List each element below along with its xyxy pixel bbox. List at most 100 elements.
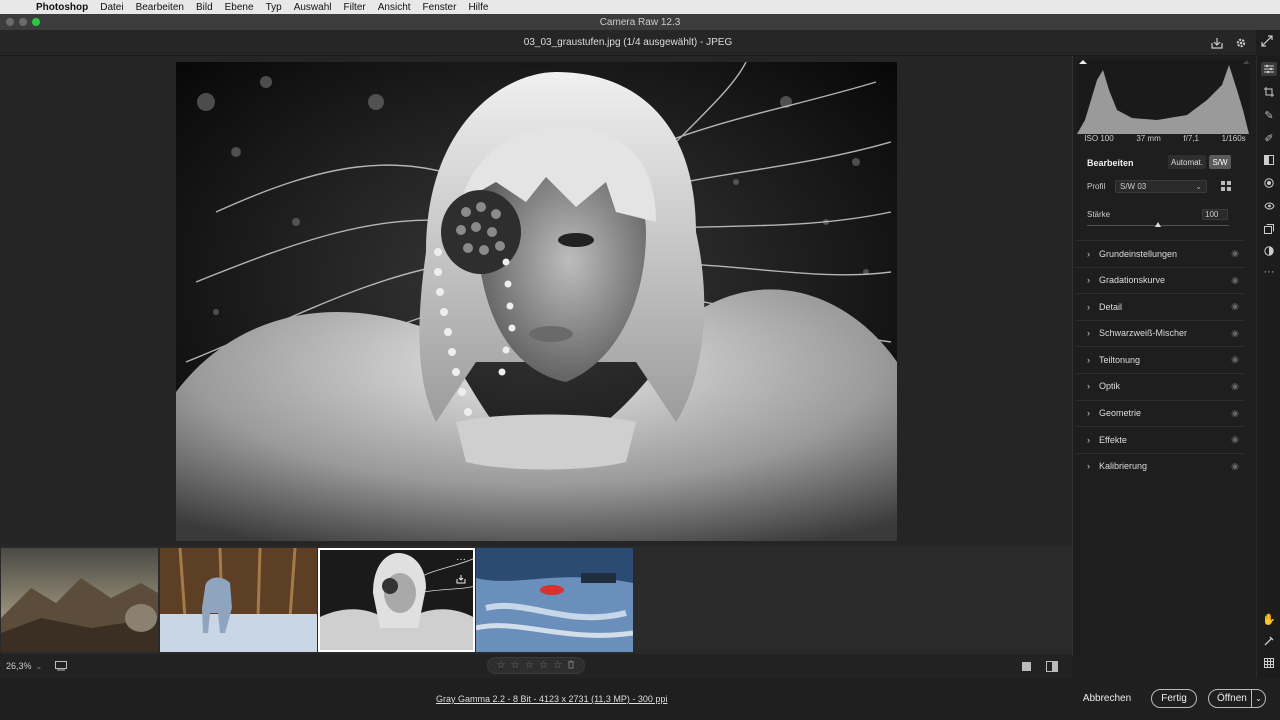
more-tools-icon[interactable]: ··· xyxy=(1261,265,1277,279)
trash-icon[interactable] xyxy=(567,660,575,672)
section-effekte[interactable]: › Effekte ◉ xyxy=(1075,426,1245,452)
before-after-icon[interactable] xyxy=(1045,659,1059,673)
grid-overlay-icon[interactable] xyxy=(1261,656,1277,670)
open-button-label: Öffnen xyxy=(1217,693,1247,704)
bw-toggle-button[interactable]: S/W xyxy=(1209,155,1231,169)
star-2-icon[interactable]: ☆ xyxy=(511,660,520,671)
gear-icon[interactable] xyxy=(1234,36,1248,50)
star-3-icon[interactable]: ☆ xyxy=(525,660,534,671)
save-thumbnail-icon[interactable] xyxy=(454,572,468,586)
eye-icon[interactable]: ◉ xyxy=(1231,461,1239,472)
auto-button[interactable]: Automat. xyxy=(1168,155,1206,169)
menu-hilfe[interactable]: Hilfe xyxy=(468,2,488,13)
eye-icon[interactable]: ◉ xyxy=(1231,434,1239,445)
section-label: Detail xyxy=(1099,301,1123,312)
star-1-icon[interactable]: ☆ xyxy=(497,660,506,671)
rating-stars: ☆ ☆ ☆ ☆ ☆ xyxy=(487,657,585,674)
chevron-down-icon[interactable]: ⌄ xyxy=(1251,689,1265,708)
section-grundeinstellungen[interactable]: › Grundeinstellungen ◉ xyxy=(1075,240,1245,266)
window-title: Camera Raw 12.3 xyxy=(599,16,681,28)
chevron-right-icon: › xyxy=(1087,354,1090,365)
menu-photoshop[interactable]: Photoshop xyxy=(36,2,88,13)
bottom-toolbar: 26,3% ⌄ ☆ ☆ ☆ ☆ ☆ xyxy=(0,654,1072,678)
section-detail[interactable]: › Detail ◉ xyxy=(1075,293,1245,319)
menu-ebene[interactable]: Ebene xyxy=(225,2,254,13)
menu-bearbeiten[interactable]: Bearbeiten xyxy=(136,2,184,13)
radial-filter-icon[interactable] xyxy=(1261,176,1277,190)
section-teiltonung[interactable]: › Teiltonung ◉ xyxy=(1075,346,1245,372)
section-optik[interactable]: › Optik ◉ xyxy=(1075,372,1245,399)
filmstrip: ··· xyxy=(0,546,1072,654)
exif-info: ISO 100 37 mm f/7,1 1/160s xyxy=(1073,134,1257,148)
graduated-filter-icon[interactable] xyxy=(1261,153,1277,167)
eye-icon[interactable]: ◉ xyxy=(1231,328,1239,339)
fullscreen-icon[interactable] xyxy=(1260,34,1274,48)
section-label: Schwarzweiß-Mischer xyxy=(1099,328,1188,339)
iso-value: ISO 100 xyxy=(1084,134,1114,143)
save-image-icon[interactable] xyxy=(1210,36,1224,50)
healing-brush-icon[interactable]: ✎ xyxy=(1261,108,1277,122)
eye-icon[interactable]: ◉ xyxy=(1231,381,1239,392)
open-button[interactable]: Öffnen ⌄ xyxy=(1208,689,1266,708)
portrait-bw-thumbnail[interactable]: ··· xyxy=(318,548,475,652)
eye-icon[interactable]: ◉ xyxy=(1231,248,1239,259)
chevron-down-icon: ⌄ xyxy=(1195,182,1202,191)
section-label: Optik xyxy=(1099,381,1121,392)
eye-icon[interactable]: ◉ xyxy=(1231,301,1239,312)
zoom-level[interactable]: 26,3% xyxy=(6,661,32,671)
kayak-thumbnail[interactable] xyxy=(476,548,633,652)
section-label: Teiltonung xyxy=(1099,354,1141,365)
menu-typ[interactable]: Typ xyxy=(266,2,282,13)
menu-auswahl[interactable]: Auswahl xyxy=(294,2,332,13)
dog-snow-thumbnail[interactable] xyxy=(160,548,317,652)
workflow-options-link[interactable]: Gray Gamma 2.2 - 8 Bit - 4123 x 2731 (11… xyxy=(436,694,667,704)
section-label: Grundeinstellungen xyxy=(1099,248,1178,259)
footer-bar: Gray Gamma 2.2 - 8 Bit - 4123 x 2731 (11… xyxy=(0,678,1280,720)
menu-ansicht[interactable]: Ansicht xyxy=(378,2,411,13)
presets-icon[interactable] xyxy=(1261,244,1277,258)
strength-slider[interactable] xyxy=(1087,222,1229,227)
profile-browser-icon[interactable] xyxy=(1219,179,1233,193)
star-4-icon[interactable]: ☆ xyxy=(539,660,548,671)
main-photo xyxy=(176,62,897,541)
hand-tool-icon[interactable]: ✋ xyxy=(1261,612,1277,626)
edit-sliders-icon[interactable] xyxy=(1261,62,1277,76)
menu-datei[interactable]: Datei xyxy=(100,2,123,13)
more-options-icon[interactable]: ··· xyxy=(454,552,468,566)
cancel-button[interactable]: Abbrechen xyxy=(1080,689,1134,708)
menu-bild[interactable]: Bild xyxy=(196,2,213,13)
eye-icon[interactable]: ◉ xyxy=(1231,408,1239,419)
window-titlebar: Camera Raw 12.3 xyxy=(0,14,1280,30)
snapshots-icon[interactable] xyxy=(1261,222,1277,236)
mountains-thumbnail[interactable] xyxy=(1,548,158,652)
slider-handle[interactable] xyxy=(1155,222,1161,227)
chevron-down-icon[interactable]: ⌄ xyxy=(36,662,43,671)
chevron-right-icon: › xyxy=(1087,301,1090,312)
section-label: Gradationskurve xyxy=(1099,275,1166,286)
image-canvas[interactable] xyxy=(0,56,1072,546)
section-geometrie[interactable]: › Geometrie ◉ xyxy=(1075,399,1245,426)
color-sampler-icon[interactable] xyxy=(1261,634,1277,648)
section-kalibrierung[interactable]: › Kalibrierung ◉ xyxy=(1075,452,1245,479)
section-gradationskurve[interactable]: › Gradationskurve ◉ xyxy=(1075,266,1245,293)
section-label: Effekte xyxy=(1099,434,1127,445)
menu-fenster[interactable]: Fenster xyxy=(423,2,457,13)
filmstrip-options-icon[interactable] xyxy=(54,659,68,673)
focal-length: 37 mm xyxy=(1136,134,1161,143)
section-schwarzweiss-mischer[interactable]: › Schwarzweiß-Mischer ◉ xyxy=(1075,319,1245,346)
strength-input[interactable]: 100 xyxy=(1202,209,1228,220)
eye-icon[interactable]: ◉ xyxy=(1231,354,1239,365)
eye-icon[interactable]: ◉ xyxy=(1231,275,1239,286)
profile-select[interactable]: S/W 03 ⌄ xyxy=(1115,180,1207,193)
chevron-right-icon: › xyxy=(1087,434,1090,445)
edit-header: Bearbeiten Automat. S/W xyxy=(1073,154,1257,174)
profile-value: S/W 03 xyxy=(1120,182,1147,191)
menu-filter[interactable]: Filter xyxy=(344,2,366,13)
document-title: 03_03_graustufen.jpg (1/4 ausgewählt) - … xyxy=(523,37,733,48)
red-eye-icon[interactable] xyxy=(1261,199,1277,213)
crop-icon[interactable] xyxy=(1261,85,1277,99)
star-5-icon[interactable]: ☆ xyxy=(553,660,562,671)
adjustment-brush-icon[interactable]: ✐ xyxy=(1261,131,1277,145)
done-button[interactable]: Fertig xyxy=(1151,689,1197,708)
single-view-icon[interactable] xyxy=(1019,659,1033,673)
